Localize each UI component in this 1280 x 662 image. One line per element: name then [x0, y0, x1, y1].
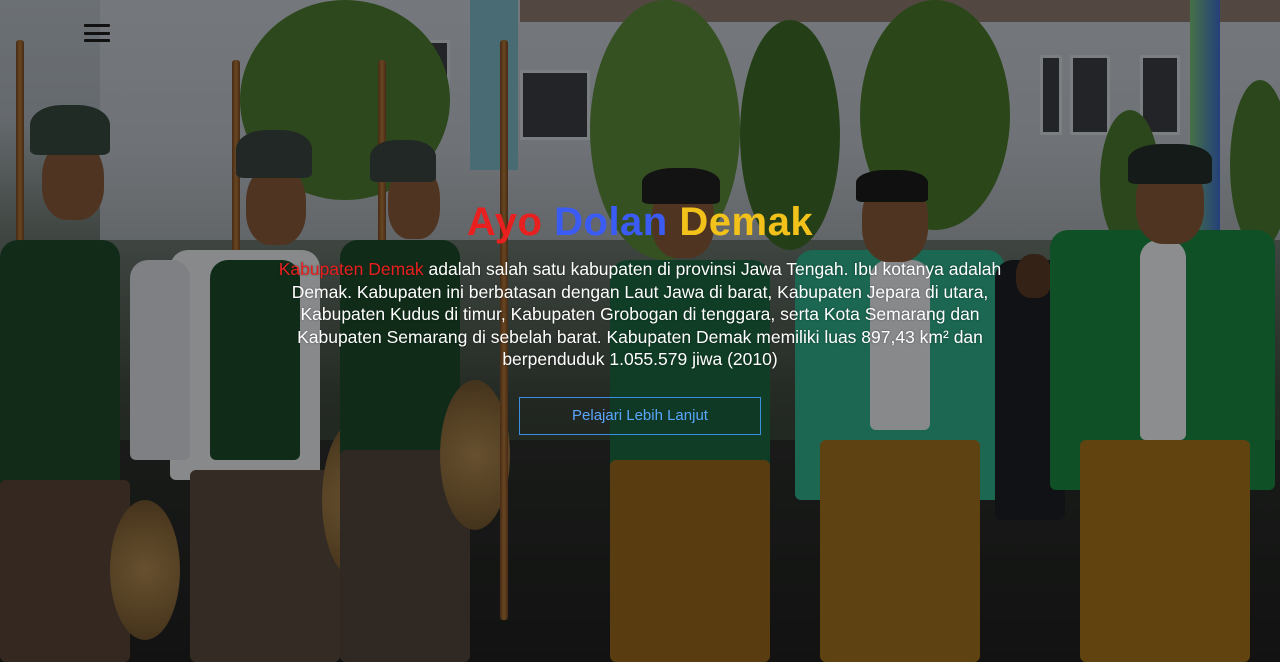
hero-title-word-2: Dolan	[554, 200, 668, 244]
hero-title: Ayo Dolan Demak	[270, 196, 1010, 248]
hamburger-menu-icon	[84, 31, 110, 35]
learn-more-button[interactable]: Pelajari Lebih Lanjut	[519, 396, 761, 435]
hero-section: Ayo Dolan Demak Kabupaten Demak adalah s…	[0, 0, 1280, 662]
hero-description-highlight: Kabupaten Demak	[278, 259, 424, 279]
hero-title-word-3: Demak	[679, 200, 814, 244]
hero-content: Ayo Dolan Demak Kabupaten Demak adalah s…	[270, 196, 1010, 435]
hero-description: Kabupaten Demak adalah salah satu kabupa…	[270, 258, 1010, 371]
hamburger-menu-icon	[84, 39, 110, 42]
menu-button[interactable]	[84, 22, 110, 44]
hero-title-word-1: Ayo	[466, 200, 543, 244]
hamburger-menu-icon	[84, 24, 110, 27]
